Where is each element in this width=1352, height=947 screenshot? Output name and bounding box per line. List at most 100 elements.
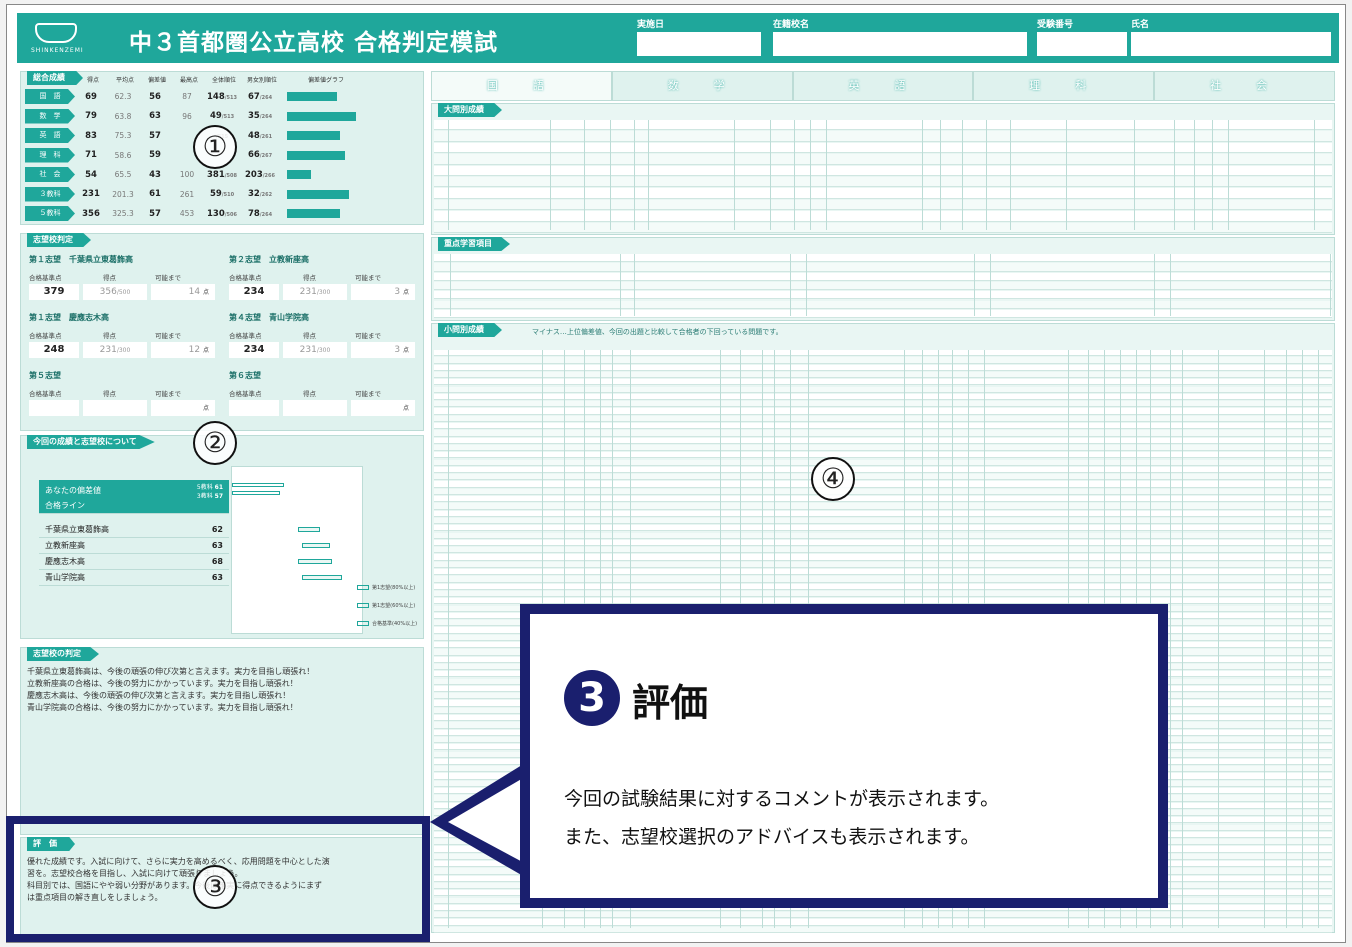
rank: 381/508 xyxy=(206,169,237,180)
max-score: 453 xyxy=(179,209,195,218)
table-divider xyxy=(1134,120,1135,230)
compare-bar xyxy=(298,559,332,564)
max-score: 261 xyxy=(179,189,195,199)
table-row xyxy=(434,423,1332,430)
compare-row: 合格ライン xyxy=(39,498,229,514)
report-title: 中３首都圏公立高校 合格判定模試 xyxy=(129,30,499,56)
your-score xyxy=(83,400,147,416)
table-divider xyxy=(1318,350,1319,928)
rank-gender: 78/264 xyxy=(247,208,273,219)
base-score xyxy=(229,400,279,416)
table-row xyxy=(434,488,1332,495)
compare-value: 68 xyxy=(211,557,223,566)
legend-2: 第1志望(60%以上) xyxy=(357,602,415,609)
col-score: 得点 xyxy=(86,77,99,84)
compare-name: 慶應志木高 xyxy=(45,557,85,566)
gap-score: 3 点 xyxy=(351,284,415,300)
field-school-label: 在籍校名 xyxy=(773,20,810,29)
sub-base: 合格基準点 xyxy=(29,332,62,340)
subject-label: 英 語 xyxy=(25,128,75,143)
table-divider xyxy=(940,120,941,230)
table-divider xyxy=(790,254,791,316)
deviation-bar xyxy=(287,111,356,121)
table-row xyxy=(434,496,1332,503)
col-rank: 全体順位 xyxy=(211,77,236,84)
totals-row: ３教科 231 201.3 61 261 59/510 32/262 xyxy=(25,186,419,203)
priority-table: 重点学習項目 xyxy=(431,237,1335,321)
tab-japanese: 国 語 xyxy=(431,71,612,101)
rank-gender: 203/266 xyxy=(244,169,275,180)
deviation-bar xyxy=(287,92,337,101)
field-name: 氏名 xyxy=(1131,17,1331,56)
logo-text: SHINKENZEMI xyxy=(31,47,84,54)
sub-gap: 可能まで xyxy=(155,390,181,398)
average: 75.3 xyxy=(114,131,132,140)
score: 54 xyxy=(85,169,97,180)
table-divider xyxy=(1174,120,1175,230)
callout-line: また、志望校選択のアドバイスも表示されます。 xyxy=(564,826,980,848)
sub-base: 合格基準点 xyxy=(29,274,62,282)
callout-number: 3 xyxy=(564,670,620,726)
rank: 148/513 xyxy=(206,91,237,102)
choices-panel: 志望校判定 第１志望 千葉県立東葛飾高 合格基準点 得点 可能まで 379 356/500… xyxy=(20,233,424,431)
table-row xyxy=(434,554,1332,561)
legend-1-label: 第1志望(80%以上) xyxy=(372,585,416,591)
table-divider xyxy=(1212,120,1213,230)
subject-tabs: 国 語 数 学 英 語 理 科 社 会 xyxy=(431,71,1335,101)
table-row xyxy=(434,309,1332,319)
callout-pointer xyxy=(430,760,530,880)
priority-tag: 重点学習項目 xyxy=(438,237,510,251)
table-row xyxy=(434,300,1332,309)
sub-score: 得点 xyxy=(103,390,116,398)
field-date-label: 実施日 xyxy=(637,20,665,29)
table-divider xyxy=(1286,350,1287,928)
base-score: 234 xyxy=(229,284,279,300)
gap-score: 14 点 xyxy=(151,284,215,300)
comment-panel: 志望校の判定 千葉県立東葛飾高は、今後の頑張の伸び次第と言えます。実力を目指し頑… xyxy=(20,647,424,835)
compare-row: 立教新座高 63 xyxy=(39,538,229,554)
table-divider xyxy=(610,120,611,230)
table-row xyxy=(434,452,1332,459)
table-divider xyxy=(1264,350,1265,928)
choice-label: 第４志望 青山学院高 xyxy=(229,313,309,322)
your-score: 231/300 xyxy=(283,342,347,358)
field-date: 実施日 xyxy=(637,17,761,56)
rank-gender: 48/261 xyxy=(247,130,273,141)
choice-card: 第１志望 慶應志木高 合格基準点 得点 可能まで 248 231/300 12 点 xyxy=(25,310,219,362)
field-exam-number: 受験番号 xyxy=(1037,17,1127,56)
score: 83 xyxy=(85,130,97,141)
sub-gap: 可能まで xyxy=(355,390,381,398)
detail-note: マイナス…上位偏差値、今回の出題と比較して合格者の下回っている問題です。 xyxy=(532,328,783,336)
rank: 49/513 xyxy=(209,111,235,121)
table-divider xyxy=(734,120,735,230)
max-score: 96 xyxy=(182,111,192,121)
totals-header: 得点 平均点 偏差値 最高点 全体順位 男女別順位 偏差値グラフ xyxy=(77,75,371,84)
subject-label: 国 語 xyxy=(25,89,75,104)
col-avg: 平均点 xyxy=(115,77,134,84)
sub-score: 得点 xyxy=(303,332,316,340)
sub-base: 合格基準点 xyxy=(229,274,262,282)
col-graph: 偏差値グラフ xyxy=(307,77,344,84)
compare-name: 立教新座高 xyxy=(45,541,85,550)
table-row xyxy=(434,357,1332,364)
table-row xyxy=(434,569,1332,576)
choice-card: 第５志望 合格基準点 得点 可能まで 点 xyxy=(25,368,219,420)
subject-label: ３教科 xyxy=(25,186,75,202)
table-divider xyxy=(648,120,649,230)
table-divider xyxy=(1228,120,1229,230)
table-divider xyxy=(634,120,635,230)
tab-social: 社 会 xyxy=(1154,71,1335,101)
compare-name: 千葉県立東葛飾高 xyxy=(45,525,109,534)
table-row xyxy=(434,199,1332,211)
your-score xyxy=(283,400,347,416)
col-rank2: 男女別順位 xyxy=(246,77,277,84)
average: 65.5 xyxy=(114,170,132,179)
sub-base: 合格基準点 xyxy=(29,390,62,398)
table-row xyxy=(434,408,1332,415)
average: 62.3 xyxy=(114,92,132,101)
table-row xyxy=(434,364,1332,371)
average: 325.3 xyxy=(112,209,134,218)
subject-label: 社 会 xyxy=(25,167,75,182)
table-row xyxy=(434,393,1332,401)
rank-gender: 32/262 xyxy=(247,189,273,199)
